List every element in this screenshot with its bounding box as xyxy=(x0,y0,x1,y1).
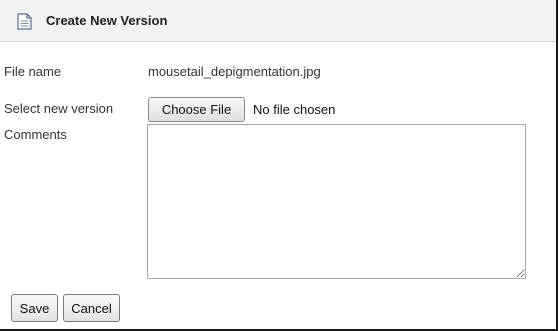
create-version-dialog: Create New Version File name mousetail_d… xyxy=(0,0,558,331)
file-name-value: mousetail_depigmentation.jpg xyxy=(148,64,321,79)
choose-file-button[interactable]: Choose File xyxy=(148,97,245,122)
file-name-label: File name xyxy=(4,64,62,79)
document-icon xyxy=(17,13,32,30)
dialog-title-bar: Create New Version xyxy=(0,0,556,42)
comments-label: Comments xyxy=(4,127,67,142)
cancel-button[interactable]: Cancel xyxy=(63,294,120,322)
comments-textarea[interactable] xyxy=(147,124,526,279)
no-file-chosen-text: No file chosen xyxy=(253,102,336,117)
select-version-label: Select new version xyxy=(4,101,114,116)
dialog-title: Create New Version xyxy=(46,13,168,28)
save-button[interactable]: Save xyxy=(11,294,58,322)
